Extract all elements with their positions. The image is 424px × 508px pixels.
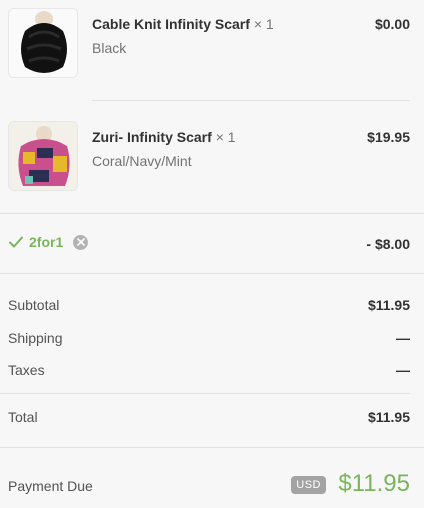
taxes-label: Taxes: [8, 362, 45, 378]
item-name: Zuri- Infinity Scarf × 1: [92, 129, 236, 145]
item-price: $19.95: [367, 129, 410, 145]
item-quantity: × 1: [253, 16, 274, 32]
check-icon: [9, 236, 23, 248]
divider: [0, 213, 424, 214]
scarf-image-black: [9, 9, 77, 77]
shipping-label: Shipping: [8, 330, 63, 346]
divider: [0, 273, 424, 274]
close-icon: [76, 238, 85, 246]
total-label: Total: [8, 409, 38, 425]
payment-due-label: Payment Due: [8, 478, 93, 494]
discount-code: 2for1: [29, 234, 64, 250]
shipping-value: —: [396, 330, 410, 346]
product-thumbnail: [8, 8, 78, 78]
payment-due-amount: $11.95: [338, 470, 410, 497]
item-quantity: × 1: [215, 129, 236, 145]
divider: [92, 100, 410, 101]
product-thumbnail: [8, 121, 78, 191]
subtotal-value: $11.95: [367, 297, 410, 313]
item-variant: Coral/Navy/Mint: [92, 153, 192, 169]
currency-badge: USD: [291, 476, 326, 494]
discount-amount: - $8.00: [366, 236, 410, 252]
discount-tag: 2for1: [8, 234, 89, 250]
divider: [0, 447, 424, 448]
remove-discount-icon[interactable]: [73, 234, 89, 250]
item-variant: Black: [92, 40, 127, 56]
taxes-value: —: [396, 362, 410, 378]
item-price: $0.00: [374, 16, 410, 32]
item-title: Zuri- Infinity Scarf: [92, 129, 212, 145]
total-value: $11.95: [367, 409, 410, 425]
scarf-image-pattern: [9, 122, 77, 190]
item-title: Cable Knit Infinity Scarf: [92, 16, 250, 32]
subtotal-label: Subtotal: [8, 297, 60, 313]
divider: [0, 393, 410, 394]
item-name: Cable Knit Infinity Scarf × 1: [92, 16, 274, 32]
